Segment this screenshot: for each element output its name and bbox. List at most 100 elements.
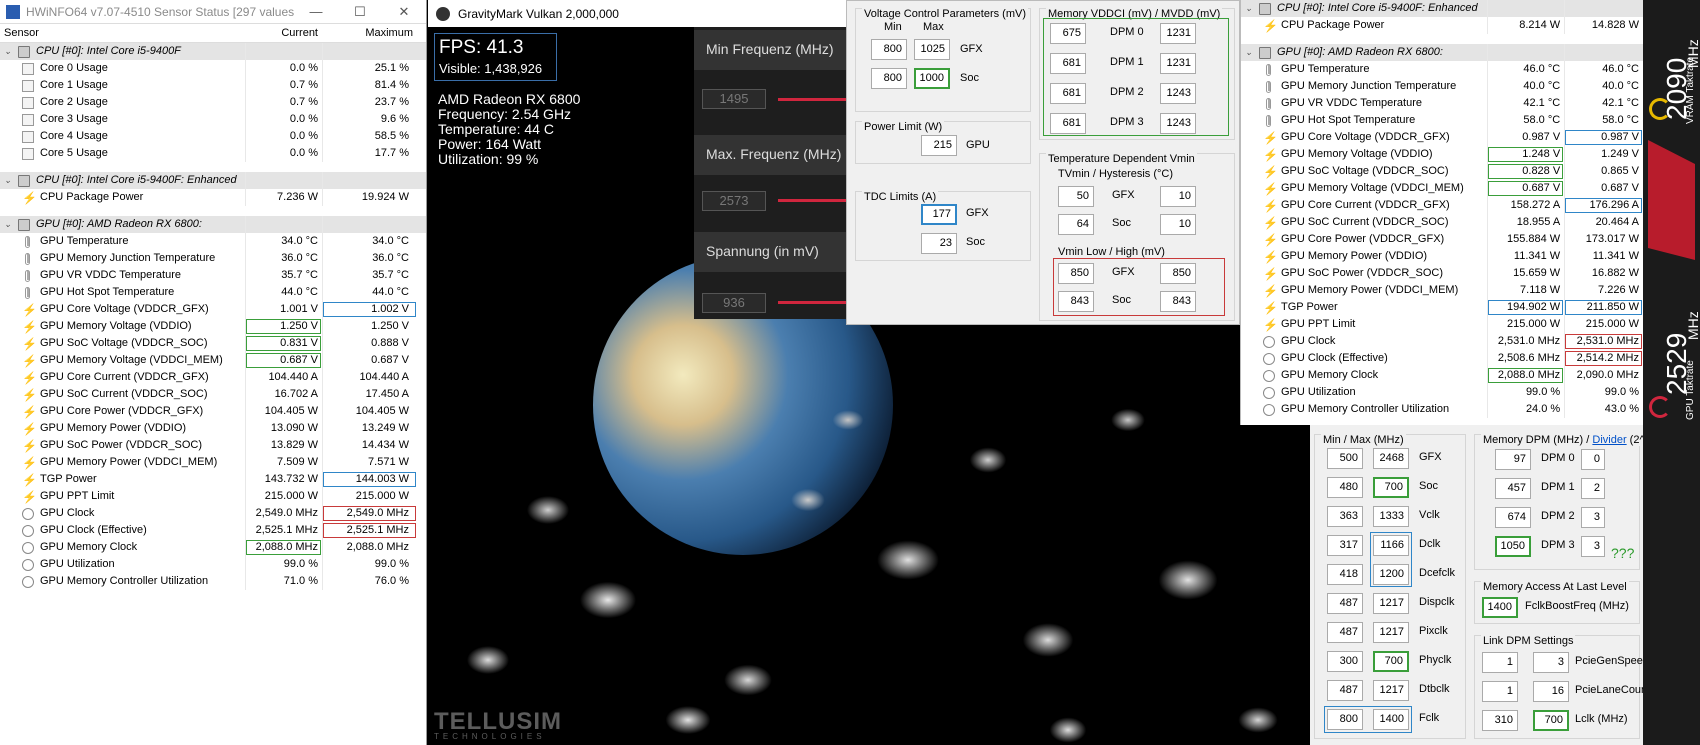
sensor-row[interactable]: GPU Clock (Effective) 2,508.6 MHz 2,514.2 …: [1241, 350, 1643, 367]
clock-min-input[interactable]: 480: [1327, 477, 1363, 498]
sensor-row[interactable]: ⚡ GPU Memory Voltage (VDDIO) 1.248 V 1.249 …: [1241, 146, 1643, 163]
clock-min-input[interactable]: 487: [1327, 680, 1363, 701]
memory-dpm-clock-input[interactable]: 457: [1495, 478, 1531, 499]
sensor-group-header[interactable]: ⌄ GPU [#0]: AMD Radeon RX 6800:: [0, 216, 426, 233]
sensor-row[interactable]: ⚡ GPU Memory Power (VDDIO) 11.341 W 11.341 …: [1241, 248, 1643, 265]
sensor-row[interactable]: GPU Utilization 99.0 % 99.0 %: [1241, 384, 1643, 401]
sensor-row[interactable]: ⚡ GPU SoC Current (VDDCR_SOC) 18.955 A 20.4…: [1241, 214, 1643, 231]
fclk-boost-freq-input[interactable]: 1400: [1482, 597, 1518, 618]
clock-min-input[interactable]: 418: [1327, 564, 1363, 585]
memory-mvdd-input[interactable]: 1243: [1160, 113, 1196, 134]
sensor-row[interactable]: ⚡ TGP Power 143.732 W 144.003 W: [0, 471, 426, 488]
gfx-max-input[interactable]: 1025: [914, 39, 950, 60]
clock-min-input[interactable]: 487: [1327, 622, 1363, 643]
sensor-row[interactable]: ⚡ GPU Core Voltage (VDDCR_GFX) 0.987 V 0.98…: [1241, 129, 1643, 146]
hysteresis-soc-input[interactable]: 10: [1160, 214, 1196, 235]
sensor-row[interactable]: ⚡ GPU PPT Limit 215.000 W 215.000 W: [0, 488, 426, 505]
tdc-soc-input[interactable]: 23: [921, 233, 957, 254]
memory-divider-input[interactable]: 2: [1581, 478, 1605, 499]
voltage-slider[interactable]: [778, 301, 846, 304]
sensor-row[interactable]: GPU Hot Spot Temperature 44.0 °C 44.0 °C: [0, 284, 426, 301]
lclk-max-input[interactable]: 700: [1533, 710, 1569, 731]
clock-max-input[interactable]: 700: [1373, 651, 1409, 672]
memory-dpm-clock-input[interactable]: 1050: [1495, 536, 1531, 557]
gfx-min-input[interactable]: 800: [871, 39, 907, 60]
sensor-group-header[interactable]: ⌄ CPU [#0]: Intel Core i5-9400F: [0, 43, 426, 60]
sensor-row[interactable]: ⚡ GPU Memory Power (VDDIO) 13.090 W 13.249 …: [0, 420, 426, 437]
sensor-row[interactable]: GPU Clock (Effective) 2,525.1 MHz 2,525.1 …: [0, 522, 426, 539]
sensor-row[interactable]: GPU Memory Junction Temperature 36.0 °C 36…: [0, 250, 426, 267]
sensor-row[interactable]: ⚡ GPU Core Voltage (VDDCR_GFX) 1.001 V 1.00…: [0, 301, 426, 318]
clock-min-input[interactable]: 487: [1327, 593, 1363, 614]
sensor-row[interactable]: ⚡ GPU SoC Voltage (VDDCR_SOC) 0.831 V 0.888…: [0, 335, 426, 352]
sensor-row[interactable]: GPU Hot Spot Temperature 58.0 °C 58.0 °C: [1241, 112, 1643, 129]
vmin-soc-low-input[interactable]: 843: [1058, 291, 1094, 312]
column-sensor[interactable]: Sensor: [0, 24, 245, 42]
sensor-row[interactable]: GPU Utilization 99.0 % 99.0 %: [0, 556, 426, 573]
memory-mvdd-input[interactable]: 1231: [1160, 23, 1196, 44]
pcie-gen-speed-max-input[interactable]: 3: [1533, 652, 1569, 673]
column-maximum[interactable]: Maximum: [322, 24, 417, 42]
tvmin-soc-input[interactable]: 64: [1058, 214, 1094, 235]
lclk-min-input[interactable]: 310: [1482, 710, 1518, 731]
sensor-group-header[interactable]: ⌄ CPU [#0]: Intel Core i5-9400F: Enhanced: [1241, 0, 1643, 17]
sensor-row[interactable]: GPU Memory Controller Utilization 24.0 % 4…: [1241, 401, 1643, 418]
memory-vddci-input[interactable]: 681: [1050, 53, 1086, 74]
sensor-row[interactable]: ⚡ GPU Memory Power (VDDCI_MEM) 7.118 W 7.22…: [1241, 282, 1643, 299]
sensor-row[interactable]: GPU VR VDDC Temperature 42.1 °C 42.1 °C: [1241, 95, 1643, 112]
sensor-group-header[interactable]: ⌄ CPU [#0]: Intel Core i5-9400F: Enhanced: [0, 172, 426, 189]
sensor-row[interactable]: ⚡ GPU Core Current (VDDCR_GFX) 104.440 A 10…: [0, 369, 426, 386]
memory-vddci-input[interactable]: 681: [1050, 113, 1086, 134]
collapse-chevron-icon[interactable]: ⌄: [4, 216, 14, 233]
voltage-input[interactable]: 936: [702, 293, 766, 313]
minimize-icon[interactable]: —: [294, 4, 338, 19]
memory-dpm-clock-input[interactable]: 674: [1495, 507, 1531, 528]
vmin-gfx-high-input[interactable]: 850: [1160, 263, 1196, 284]
memory-mvdd-input[interactable]: 1231: [1160, 53, 1196, 74]
maximize-icon[interactable]: ☐: [338, 4, 382, 20]
memory-divider-input[interactable]: 0: [1581, 449, 1605, 470]
memory-dpm-clock-input[interactable]: 97: [1495, 449, 1531, 470]
sensor-row[interactable]: Core 5 Usage 0.0 % 17.7 %: [0, 145, 426, 162]
sensor-row[interactable]: Core 3 Usage 0.0 % 9.6 %: [0, 111, 426, 128]
vmin-gfx-low-input[interactable]: 850: [1058, 263, 1094, 284]
pcie-lane-count-min-input[interactable]: 1: [1482, 681, 1518, 702]
collapse-chevron-icon[interactable]: ⌄: [4, 43, 14, 60]
min-frequency-input[interactable]: 1495: [702, 89, 766, 109]
clock-max-input[interactable]: 2468: [1373, 448, 1409, 469]
sensor-row[interactable]: ⚡ GPU Core Power (VDDCR_GFX) 104.405 W 104.…: [0, 403, 426, 420]
sensor-row[interactable]: ⚡ GPU Core Power (VDDCR_GFX) 155.884 W 173.…: [1241, 231, 1643, 248]
collapse-chevron-icon[interactable]: ⌄: [1245, 0, 1255, 17]
memory-divider-input[interactable]: 3: [1581, 507, 1605, 528]
divider-link[interactable]: Divider: [1592, 434, 1626, 446]
clock-min-input[interactable]: 500: [1327, 448, 1363, 469]
column-current[interactable]: Current: [245, 24, 322, 42]
sensor-row[interactable]: ⚡ GPU Memory Voltage (VDDCI_MEM) 0.687 V 0.…: [1241, 180, 1643, 197]
sensor-row[interactable]: GPU Memory Controller Utilization 71.0 % 7…: [0, 573, 426, 590]
hysteresis-gfx-input[interactable]: 10: [1160, 186, 1196, 207]
sensor-row[interactable]: ⚡ GPU SoC Power (VDDCR_SOC) 13.829 W 14.434…: [0, 437, 426, 454]
sensor-row[interactable]: ⚡ GPU Memory Power (VDDCI_MEM) 7.509 W 7.57…: [0, 454, 426, 471]
memory-vddci-input[interactable]: 675: [1050, 23, 1086, 44]
collapse-chevron-icon[interactable]: ⌄: [4, 172, 14, 189]
sensor-row[interactable]: GPU Temperature 46.0 °C 46.0 °C: [1241, 61, 1643, 78]
sensor-row[interactable]: Core 2 Usage 0.7 % 23.7 %: [0, 94, 426, 111]
sensor-row[interactable]: GPU Clock 2,549.0 MHz 2,549.0 MHz: [0, 505, 426, 522]
sensor-row[interactable]: ⚡ GPU Memory Voltage (VDDIO) 1.250 V 1.250 …: [0, 318, 426, 335]
clock-max-input[interactable]: 1217: [1373, 593, 1409, 614]
memory-divider-input[interactable]: 3: [1581, 536, 1605, 557]
min-frequency-slider[interactable]: [778, 98, 846, 101]
sensor-row[interactable]: ⚡ GPU SoC Voltage (VDDCR_SOC) 0.828 V 0.865…: [1241, 163, 1643, 180]
soc-min-input[interactable]: 800: [871, 68, 907, 89]
max-frequency-slider[interactable]: [778, 199, 846, 202]
sensor-row[interactable]: GPU Temperature 34.0 °C 34.0 °C: [0, 233, 426, 250]
sensor-row[interactable]: ⚡ GPU Core Current (VDDCR_GFX) 158.272 A 17…: [1241, 197, 1643, 214]
memory-mvdd-input[interactable]: 1243: [1160, 83, 1196, 104]
clock-max-input[interactable]: 1333: [1373, 506, 1409, 527]
hwinfo-titlebar[interactable]: HWiNFO64 v7.07-4510 Sensor Status [297 v…: [0, 0, 426, 24]
sensor-row[interactable]: GPU Clock 2,531.0 MHz 2,531.0 MHz: [1241, 333, 1643, 350]
clock-min-input[interactable]: 317: [1327, 535, 1363, 556]
sensor-row[interactable]: ⚡ GPU SoC Current (VDDCR_SOC) 16.702 A 17.4…: [0, 386, 426, 403]
clock-min-input[interactable]: 363: [1327, 506, 1363, 527]
sensor-row[interactable]: Core 4 Usage 0.0 % 58.5 %: [0, 128, 426, 145]
